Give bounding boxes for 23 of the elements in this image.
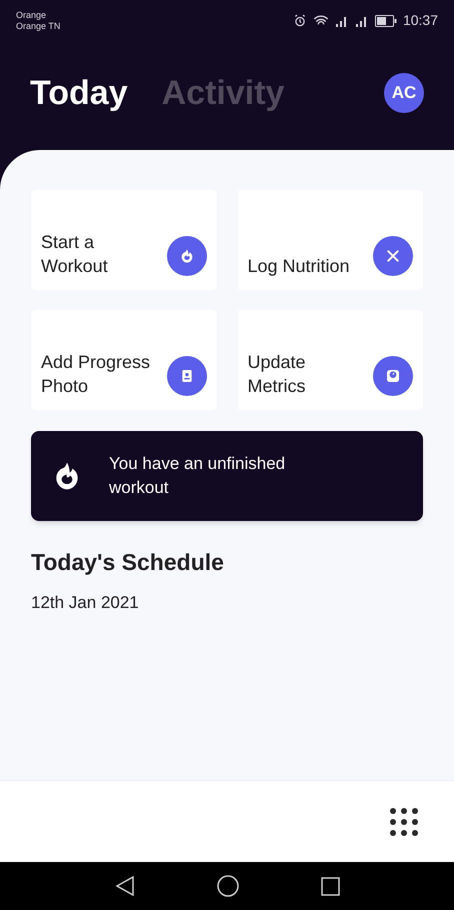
back-icon[interactable] <box>114 875 134 897</box>
flame-icon <box>178 248 194 264</box>
wifi-icon <box>312 14 329 28</box>
clock-time: 10:37 <box>402 11 438 30</box>
action-card[interactable]: Add Progress Photo <box>31 310 216 410</box>
carrier-name: Orange <box>16 10 48 21</box>
schedule-date: 12th Jan 2021 <box>31 592 140 614</box>
header-tab[interactable]: Today <box>30 68 128 118</box>
action-card[interactable]: Log Nutrition <box>238 190 423 290</box>
recents-icon[interactable] <box>320 876 340 896</box>
signal-icon <box>334 14 349 26</box>
grid-menu-icon[interactable] <box>388 806 420 838</box>
scale-icon <box>385 368 401 384</box>
action-card[interactable]: Update Metrics <box>238 310 423 410</box>
user-avatar[interactable]: AC <box>384 73 424 113</box>
network-name: Orange TN <box>16 21 60 32</box>
unfinished-workout-banner[interactable]: You have an unfinished workout <box>31 431 423 521</box>
alarm-icon <box>292 14 307 28</box>
battery-icon <box>374 14 397 26</box>
signal-icon <box>354 14 369 26</box>
home-icon[interactable] <box>216 875 238 897</box>
action-card[interactable]: Start a Workout <box>31 190 216 290</box>
schedule-title: Today's Schedule <box>31 548 225 577</box>
